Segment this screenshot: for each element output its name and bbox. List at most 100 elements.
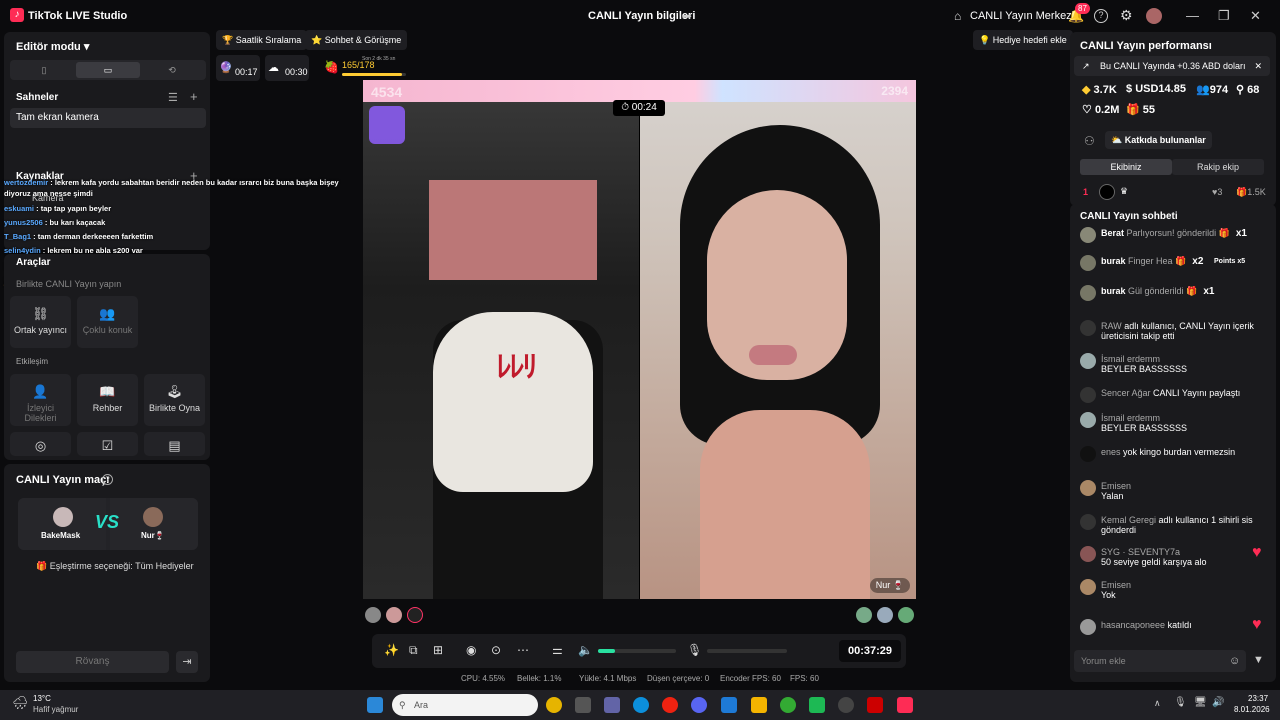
share-icon[interactable]: ➦ <box>682 9 692 23</box>
chat-username[interactable]: Berat <box>1101 228 1124 238</box>
avatar[interactable] <box>1080 480 1096 496</box>
avatar[interactable] <box>1146 8 1162 24</box>
folder-icon[interactable] <box>751 697 767 713</box>
opera-icon[interactable] <box>662 697 678 713</box>
close-icon[interactable]: ✕ <box>1254 56 1262 76</box>
tool-card[interactable]: ▤ <box>144 432 205 456</box>
exit-icon[interactable]: ⇥ <box>176 651 198 673</box>
avatar[interactable] <box>1080 412 1096 428</box>
avatar[interactable] <box>407 607 423 623</box>
timer-chip-1[interactable]: 🔮 00:17 <box>216 55 260 81</box>
avatar[interactable] <box>856 607 872 623</box>
hourly-ranking-chip[interactable]: 🏆 Saatlik Sıralama <box>216 30 308 50</box>
volume-icon[interactable]: 🔊 <box>1212 697 1224 708</box>
effects-icon[interactable]: ✨ <box>384 643 399 657</box>
maximize-icon[interactable]: ❐ <box>1218 8 1230 24</box>
avatar[interactable] <box>1080 285 1096 301</box>
co-host-button[interactable]: ⛓ Ortak yayıncı <box>10 296 71 348</box>
avatar[interactable] <box>1080 255 1096 271</box>
guide-button[interactable]: 📖 Rehber <box>77 374 138 426</box>
chat-username[interactable]: Kemal Geregi <box>1101 515 1156 525</box>
microphone-tray-icon[interactable]: 🎙 <box>1174 697 1187 708</box>
tab-own-team[interactable]: Ekibiniz <box>1080 159 1172 175</box>
home-icon[interactable]: ⌂ <box>954 9 961 23</box>
timer-chip-2[interactable]: ☁ 00:30 <box>265 55 309 81</box>
speaker-icon[interactable]: 🔈 <box>578 643 593 657</box>
avatar[interactable] <box>1080 619 1096 635</box>
emoji-icon[interactable]: ☺ <box>1229 655 1240 667</box>
tab-rival-team[interactable]: Rakip ekip <box>1172 159 1264 175</box>
task-view-icon[interactable] <box>575 697 591 713</box>
volume-slider[interactable] <box>598 649 676 653</box>
guest-name-tag[interactable]: Nur 🍷 <box>869 578 910 593</box>
weather-icon[interactable]: 🌧 <box>12 695 29 711</box>
list-icon[interactable]: ☰ <box>168 91 178 104</box>
avatar[interactable] <box>1080 546 1096 562</box>
mic-level[interactable] <box>707 649 787 653</box>
settings-sliders-icon[interactable]: ⚌ <box>552 643 563 657</box>
scene-item[interactable]: Tam ekran kamera <box>10 108 206 128</box>
multi-guest-button[interactable]: 👥 Çoklu konuk <box>77 296 138 348</box>
chat-username[interactable]: burak <box>1101 286 1126 296</box>
more-icon[interactable]: ⋯ <box>517 643 529 657</box>
app-icon[interactable] <box>809 697 825 713</box>
avatar[interactable] <box>1080 353 1096 369</box>
contributors-button[interactable]: ⛅ Katkıda bulunanlar <box>1105 131 1212 149</box>
mail-icon[interactable] <box>721 697 737 713</box>
chat-username[interactable]: SYG · SEVENTY7a <box>1101 547 1180 557</box>
avatar[interactable] <box>386 607 402 623</box>
tool-card[interactable]: ◎ <box>10 432 71 456</box>
tool-card[interactable]: ☑ <box>77 432 138 456</box>
avatar[interactable] <box>877 607 893 623</box>
app-icon[interactable] <box>838 697 854 713</box>
chat-username[interactable]: burak <box>1101 256 1126 266</box>
chat-username[interactable]: Emisen <box>1101 481 1131 491</box>
tiktok-studio-icon[interactable] <box>897 697 913 713</box>
avatar[interactable] <box>898 607 914 623</box>
edge-icon[interactable] <box>633 697 649 713</box>
chrome-icon[interactable] <box>546 697 562 713</box>
chat-username[interactable]: enes <box>1101 447 1121 457</box>
discord-icon[interactable] <box>691 697 707 713</box>
avatar[interactable] <box>1080 579 1096 595</box>
gear-icon[interactable]: ⚙ <box>1120 7 1133 24</box>
comment-input[interactable]: Yorum ekle <box>1074 650 1246 672</box>
avatar[interactable] <box>1080 514 1096 530</box>
gift-goal-progress[interactable]: 165/178 <box>342 60 375 70</box>
filter-icon[interactable]: ▼ <box>1253 654 1264 666</box>
chat-username[interactable]: hasancaponeee <box>1101 620 1165 630</box>
live-info-title[interactable]: CANLI Yayın bilgileri <box>588 10 695 22</box>
windows-start-icon[interactable] <box>367 697 383 713</box>
network-icon[interactable]: 🖥 <box>1194 697 1207 708</box>
focus-icon[interactable]: ⊙ <box>491 643 501 657</box>
add-gift-goal-chip[interactable]: 💡 Hediye hedefi ekle <box>973 30 1073 50</box>
youtube-icon[interactable] <box>867 697 883 713</box>
treasure-icon[interactable] <box>369 106 405 144</box>
chat-username[interactable]: RAW <box>1101 321 1122 331</box>
live-center-link[interactable]: CANLI Yayın Merkezi <box>970 10 1074 22</box>
add-scene-icon[interactable]: + <box>190 89 198 104</box>
chat-username[interactable]: Emisen <box>1101 580 1131 590</box>
chat-call-chip[interactable]: ⭐ Sohbet & Görüşme <box>305 30 408 50</box>
layout-icon[interactable]: ⊞ <box>433 643 443 657</box>
portrait-mode-button[interactable]: ▯ <box>12 62 76 78</box>
rotate-mode-button[interactable]: ⟲ <box>140 62 204 78</box>
rematch-button[interactable]: Rövanş <box>16 651 169 673</box>
chat-username[interactable]: Sencer Ağar <box>1101 388 1151 398</box>
close-icon[interactable]: ✕ <box>1250 8 1261 24</box>
match-option[interactable]: 🎁 Eşleştirme seçeneği: Tüm Hediyeler <box>36 561 194 572</box>
teams-icon[interactable] <box>604 697 620 713</box>
viewer-requests-button[interactable]: 👤 İzleyici Dilekleri <box>10 374 71 426</box>
avatar[interactable] <box>1080 227 1096 243</box>
avatar[interactable] <box>365 607 381 623</box>
avatar[interactable] <box>1080 446 1096 462</box>
taskbar-search[interactable]: ⚲ Ara <box>392 694 538 716</box>
live-preview[interactable]: ﾚﾚﾘ Nur 🍷 4534 2394 ⏱ 00:24 <box>363 80 916 599</box>
info-icon[interactable]: ? <box>102 474 113 485</box>
avatar[interactable] <box>1080 320 1096 336</box>
avatar[interactable] <box>1080 387 1096 403</box>
microphone-icon[interactable]: 🎙 <box>687 643 702 657</box>
help-icon[interactable]: ? <box>1094 9 1108 23</box>
chat-username[interactable]: İsmail erdemm <box>1101 354 1160 364</box>
play-together-button[interactable]: 🕹 Birlikte Oyna <box>144 374 205 426</box>
